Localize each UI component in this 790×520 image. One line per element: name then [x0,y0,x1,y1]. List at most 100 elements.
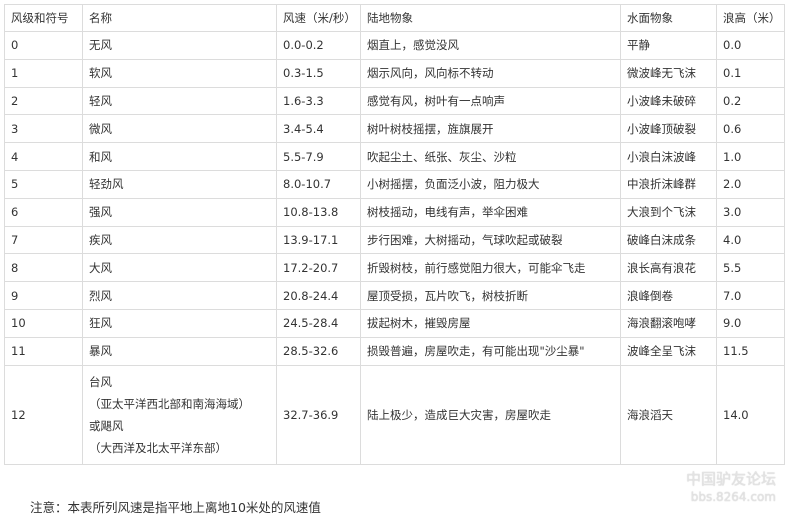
header-water: 水面物象 [620,4,717,32]
cell-level: 11 [4,336,83,366]
cell-name: 微风 [82,114,277,144]
cell-speed: 10.8-13.8 [276,197,361,227]
name-line: （亚太平洋西北部和南海海域） [89,396,250,411]
cell-speed: 24.5-28.4 [276,308,361,338]
cell-water: 浪长高有浪花 [620,253,717,283]
cell-speed: 5.5-7.9 [276,142,361,171]
cell-water: 海浪滔天 [620,364,717,465]
wind-scale-table: 风级和符号 名称 风速（米/秒） 陆地物象 水面物象 浪高（米） 0 无风 0.0-… [4,4,785,465]
cell-water: 浪峰倒卷 [620,281,717,310]
header-name: 名称 [82,4,277,32]
cell-name: 强风 [82,197,277,227]
cell-land: 步行困难，大树摇动，气球吹起或破裂 [360,225,621,255]
cell-level: 9 [4,281,83,310]
cell-name: 软风 [82,58,277,88]
cell-land: 损毁普遍，房屋吹走，有可能出现"沙尘暴" [360,336,621,366]
cell-speed: 0.0-0.2 [276,31,361,60]
cell-wave: 9.0 [716,308,785,338]
table-header-row: 风级和符号 名称 风速（米/秒） 陆地物象 水面物象 浪高（米） [4,4,785,32]
cell-name: 烈风 [82,281,277,310]
cell-speed: 13.9-17.1 [276,225,361,255]
cell-land: 树枝摇动，电线有声，举伞困难 [360,197,621,227]
table-row: 8 大风 17.2-20.7 折毁树枝，前行感觉阻力很大，可能伞飞走 浪长高有浪花 5.5 [4,253,785,283]
cell-water: 小波峰顶破裂 [620,114,717,144]
cell-name: 狂风 [82,308,277,338]
cell-wave: 4.0 [716,225,785,255]
cell-name: 大风 [82,253,277,283]
table-row: 3 微风 3.4-5.4 树叶树枝摇摆，旌旗展开 小波峰顶破裂 0.6 [4,114,785,144]
cell-level: 1 [4,58,83,88]
cell-name: 轻风 [82,86,277,116]
cell-land: 烟示风向，风向标不转动 [360,58,621,88]
table-row: 9 烈风 20.8-24.4 屋顶受损，瓦片吹飞，树枝折断 浪峰倒卷 7.0 [4,281,785,310]
cell-level: 5 [4,169,83,199]
table-row: 1 软风 0.3-1.5 烟示风向，风向标不转动 微波峰无飞沫 0.1 [4,58,785,88]
cell-name: 暴风 [82,336,277,366]
cell-water: 小波峰未破碎 [620,86,717,116]
cell-name: 无风 [82,31,277,60]
watermark-title: 中国驴友论坛 [685,470,776,488]
cell-wave: 5.5 [716,253,785,283]
table-body: 0 无风 0.0-0.2 烟直上，感觉没风 平静 0.0 1 软风 0.3-1.5 烟示风向，风向… [4,31,785,366]
cell-name: 台风 （亚太平洋西北部和南海海域） 或飓风 （大西洋及北太平洋东部） [82,364,277,465]
header-land: 陆地物象 [360,4,621,32]
cell-water: 波峰全呈飞沫 [620,336,717,366]
cell-wave: 7.0 [716,281,785,310]
cell-name: 疾风 [82,225,277,255]
cell-land: 折毁树枝，前行感觉阻力很大，可能伞飞走 [360,253,621,283]
table-row: 6 强风 10.8-13.8 树枝摇动，电线有声，举伞困难 大浪到个飞沫 3.0 [4,197,785,227]
cell-speed: 17.2-20.7 [276,253,361,283]
header-level: 风级和符号 [4,4,83,32]
name-line: 或飓风 [89,418,124,433]
cell-level: 6 [4,197,83,227]
cell-land: 树叶树枝摇摆，旌旗展开 [360,114,621,144]
cell-level: 3 [4,114,83,144]
cell-wave: 2.0 [716,169,785,199]
cell-speed: 3.4-5.4 [276,114,361,144]
cell-wave: 14.0 [716,364,785,465]
cell-speed: 28.5-32.6 [276,336,361,366]
cell-water: 破峰白沫成条 [620,225,717,255]
cell-water: 中浪折沫峰群 [620,169,717,199]
cell-level: 4 [4,142,83,171]
cell-land: 屋顶受损，瓦片吹飞，树枝折断 [360,281,621,310]
cell-speed: 0.3-1.5 [276,58,361,88]
cell-level: 0 [4,31,83,60]
header-speed: 风速（米/秒） [276,4,361,32]
cell-wave: 0.6 [716,114,785,144]
cell-land: 陆上极少，造成巨大灾害，房屋吹走 [360,364,621,465]
cell-level: 2 [4,86,83,116]
table-row: 10 狂风 24.5-28.4 拔起树木，摧毁房屋 海浪翻滚咆哮 9.0 [4,308,785,338]
cell-water: 小浪白沫波峰 [620,142,717,171]
name-line: 台风 [89,374,112,389]
cell-speed: 20.8-24.4 [276,281,361,310]
footnote: 注意：本表所列风速是指平地上离地10米处的风速值 [30,500,321,515]
cell-wave: 3.0 [716,197,785,227]
cell-water: 微波峰无飞沫 [620,58,717,88]
cell-wave: 1.0 [716,142,785,171]
watermark-url: bbs.8264.com [690,490,776,504]
cell-speed: 32.7-36.9 [276,364,361,465]
cell-wave: 0.1 [716,58,785,88]
cell-water: 平静 [620,31,717,60]
cell-name: 轻劲风 [82,169,277,199]
table-row: 0 无风 0.0-0.2 烟直上，感觉没风 平静 0.0 [4,31,785,60]
cell-wave: 0.2 [716,86,785,116]
cell-level: 8 [4,253,83,283]
table-row: 7 疾风 13.9-17.1 步行困难，大树摇动，气球吹起或破裂 破峰白沫成条 4.0 [4,225,785,255]
table-row: 11 暴风 28.5-32.6 损毁普遍，房屋吹走，有可能出现"沙尘暴" 波峰全呈飞沫 1… [4,336,785,366]
cell-land: 小树摇摆，负面泛小波，阻力极大 [360,169,621,199]
table-row: 2 轻风 1.6-3.3 感觉有风，树叶有一点响声 小波峰未破碎 0.2 [4,86,785,116]
cell-speed: 1.6-3.3 [276,86,361,116]
cell-wave: 0.0 [716,31,785,60]
cell-wave: 11.5 [716,336,785,366]
cell-land: 感觉有风，树叶有一点响声 [360,86,621,116]
header-wave: 浪高（米） [716,4,785,32]
watermark: 中国驴友论坛 bbs.8264.com [686,470,776,506]
table-row-12: 12 台风 （亚太平洋西北部和南海海域） 或飓风 （大西洋及北太平洋东部） 32… [4,364,785,465]
name-line: （大西洋及北太平洋东部） [89,440,227,455]
cell-level: 7 [4,225,83,255]
cell-land: 吹起尘土、纸张、灰尘、沙粒 [360,142,621,171]
cell-level: 10 [4,308,83,338]
cell-water: 大浪到个飞沫 [620,197,717,227]
